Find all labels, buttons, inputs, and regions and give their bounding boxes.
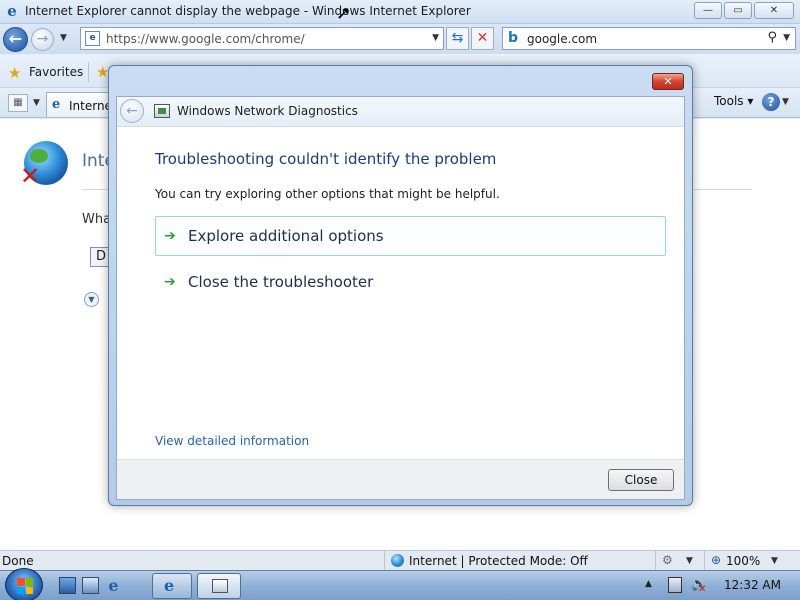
search-input[interactable]: google.com [527, 32, 597, 46]
taskbar-diagnostics-button[interactable] [197, 573, 241, 599]
zoom-icon: ⊕ [711, 553, 722, 567]
dialog-header: ← Windows Network Diagnostics [117, 97, 684, 127]
more-info-chevron-icon[interactable]: ▼ [84, 292, 99, 307]
explore-options-link[interactable]: ➔ Explore additional options [155, 216, 666, 256]
ie-quicklaunch-icon[interactable]: e [105, 577, 122, 594]
tab-list-dropdown-icon[interactable]: ▼ [33, 98, 40, 108]
mouse-cursor-icon: ➚ [336, 3, 352, 24]
zoom-control[interactable]: ⊕ 100% ▼ [704, 551, 800, 571]
close-button[interactable]: Close [608, 469, 674, 491]
favorites-button[interactable]: Favorites [29, 65, 83, 79]
ie-title-bar: e Internet Explorer cannot display the w… [0, 0, 800, 24]
ie-logo-icon: e [7, 2, 17, 20]
tab-current[interactable]: e Internet [46, 92, 117, 117]
internet-zone-icon [391, 554, 404, 567]
green-arrow-icon: ➔ [164, 274, 176, 290]
quick-tabs-icon[interactable]: ▦ [8, 94, 28, 112]
address-input[interactable]: https://www.google.com/chrome/ [106, 32, 305, 46]
clock[interactable]: 12:32 AM [724, 578, 781, 592]
search-icon[interactable]: ⚲ [767, 30, 777, 45]
green-arrow-icon: ➔ [164, 228, 176, 244]
favorites-star-icon[interactable]: ★ [8, 64, 21, 82]
page-icon: e [85, 31, 100, 46]
addons-dropdown-icon[interactable]: ▼ [686, 556, 693, 566]
stop-button[interactable]: ✕ [471, 27, 494, 50]
divider [88, 62, 89, 82]
search-box[interactable]: b google.com ⚲ ▼ [502, 27, 796, 50]
option-label: Close the troubleshooter [188, 273, 374, 291]
status-bar: Done Internet | Protected Mode: Off ⚙ ▼ … [0, 550, 800, 571]
network-diagnostics-dialog: ✕ ← Windows Network Diagnostics Troubles… [108, 65, 693, 506]
show-desktop-icon[interactable] [59, 577, 76, 594]
diagnostics-app-icon [212, 579, 228, 593]
dialog-subtext: You can try exploring other options that… [155, 187, 500, 201]
option-label: Explore additional options [188, 227, 384, 245]
zone-text: Internet | Protected Mode: Off [409, 554, 588, 568]
history-dropdown-icon[interactable]: ▼ [60, 33, 67, 43]
back-arrow-icon[interactable]: ← [120, 99, 144, 123]
switch-windows-icon[interactable] [82, 577, 99, 594]
windows-logo-icon [17, 578, 33, 594]
help-dropdown-icon[interactable]: ▼ [782, 97, 789, 107]
window-title: Internet Explorer cannot display the web… [25, 4, 471, 18]
addons-icon: ⚙ [662, 553, 673, 567]
tools-label: Tools [714, 94, 744, 108]
navigation-bar: ← → ▼ e https://www.google.com/chrome/ ▼… [0, 24, 800, 54]
dialog-body: ← Windows Network Diagnostics Troublesho… [116, 96, 685, 500]
window-controls: — ▭ ✕ [694, 2, 794, 19]
zoom-dropdown-icon[interactable]: ▼ [771, 556, 778, 566]
back-button[interactable]: ← [3, 27, 28, 52]
error-prompt: Wha [82, 212, 112, 227]
minimize-button[interactable]: — [694, 2, 722, 19]
diagnostics-app-icon [154, 104, 170, 118]
address-bar[interactable]: e https://www.google.com/chrome/ ▼ [80, 27, 444, 50]
ie-logo-icon: e [164, 576, 175, 595]
dialog-main: Troubleshooting couldn't identify the pr… [117, 128, 684, 459]
dialog-close-icon[interactable]: ✕ [652, 73, 684, 90]
start-button[interactable] [5, 568, 43, 600]
status-text: Done [2, 554, 34, 568]
dialog-footer: Close [117, 459, 684, 499]
close-window-button[interactable]: ✕ [754, 2, 794, 19]
addons-status[interactable]: ⚙ ▼ [655, 551, 701, 571]
ie-logo-icon: e [52, 97, 61, 112]
volume-muted-icon: ✕ [698, 584, 707, 595]
close-troubleshooter-link[interactable]: ➔ Close the troubleshooter [155, 262, 666, 302]
bing-icon: b [508, 30, 519, 46]
security-zone[interactable]: Internet | Protected Mode: Off [384, 551, 588, 571]
network-tray-icon[interactable] [668, 577, 682, 593]
error-x-icon: ✕ [20, 162, 41, 190]
refresh-button[interactable]: ⇆ [446, 27, 469, 50]
view-detailed-information-link[interactable]: View detailed information [155, 434, 309, 448]
taskbar: e e ▲ 🔈 ✕ 12:32 AM [0, 568, 800, 600]
zoom-level: 100% [726, 554, 761, 568]
forward-button[interactable]: → [31, 28, 54, 51]
taskbar-ie-button[interactable]: e [152, 573, 192, 599]
help-icon[interactable]: ? [762, 93, 780, 111]
globe-land [30, 149, 48, 163]
address-dropdown-icon[interactable]: ▼ [432, 33, 439, 43]
search-options-dropdown-icon[interactable]: ▼ [783, 33, 790, 43]
tray-expand-icon[interactable]: ▲ [645, 579, 652, 589]
dialog-app-title: Windows Network Diagnostics [177, 104, 358, 118]
tools-menu[interactable]: Tools ▾ [714, 94, 753, 108]
maximize-button[interactable]: ▭ [724, 2, 752, 19]
dialog-heading: Troubleshooting couldn't identify the pr… [155, 150, 497, 168]
